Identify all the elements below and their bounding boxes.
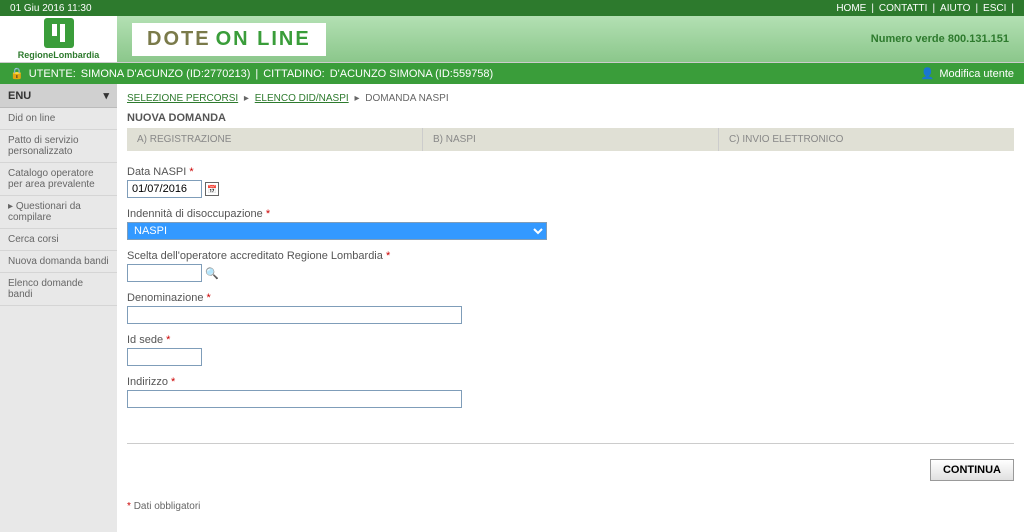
utente-label: UTENTE: [29,68,76,80]
top-links: HOME| CONTATTI| AIUTO| ESCI| [836,3,1014,14]
utente-value: SIMONA D'ACUNZO (ID:2770213) [81,68,251,80]
top-bar: 01 Giu 2016 11:30 HOME| CONTATTI| AIUTO|… [0,0,1024,16]
user-edit-icon: 👤 [921,67,935,80]
cittadino-value: D'ACUNZO SIMONA (ID:559758) [330,68,493,80]
link-contatti[interactable]: CONTATTI [879,3,928,14]
step-b[interactable]: B) NASPI [423,128,719,151]
sidebar-item-nuova-domanda[interactable]: Nuova domanda bandi [0,251,117,273]
footnote: * Dati obbligatori [127,486,1014,527]
label-idsede: Id sede * [127,334,1014,346]
content: SELEZIONE PERCORSI ▸ ELENCO DID/NASPI ▸ … [117,84,1024,532]
logo-text: RegioneLombardia [18,50,100,60]
label-indennita: Indennità di disoccupazione * [127,208,1014,220]
breadcrumb-sep: ▸ [244,93,249,104]
breadcrumb-link-2[interactable]: ELENCO DID/NASPI [255,93,349,104]
link-home[interactable]: HOME [836,3,866,14]
breadcrumb-current: DOMANDA NASPI [365,93,448,104]
input-indirizzo[interactable] [127,390,462,408]
breadcrumb-link-1[interactable]: SELEZIONE PERCORSI [127,93,238,104]
datetime: 01 Giu 2016 11:30 [10,3,92,14]
sidebar-item-patto[interactable]: Patto di servizio personalizzato [0,130,117,163]
layout: ENU ▾ Did on line Patto di servizio pers… [0,84,1024,532]
breadcrumb: SELEZIONE PERCORSI ▸ ELENCO DID/NASPI ▸ … [127,89,1014,108]
label-indirizzo: Indirizzo * [127,376,1014,388]
row-idsede: Id sede * [127,334,1014,366]
row-indennita: Indennità di disoccupazione * NASPI [127,208,1014,240]
continua-button[interactable]: CONTINUA [930,459,1014,481]
sidebar-item-questionari[interactable]: Questionari da compilare [0,196,117,229]
row-operatore: Scelta dell'operatore accreditato Region… [127,250,1014,282]
sidebar-item-cerca[interactable]: Cerca corsi [0,229,117,251]
logo-icon [44,18,74,48]
input-operatore[interactable] [127,264,202,282]
sidebar: ENU ▾ Did on line Patto di servizio pers… [0,84,117,532]
sidebar-item-did[interactable]: Did on line [0,108,117,130]
breadcrumb-sep: ▸ [354,93,359,104]
label-denominazione: Denominazione * [127,292,1014,304]
input-data-naspi[interactable] [127,180,202,198]
link-esci[interactable]: ESCI [983,3,1006,14]
step-a[interactable]: A) REGISTRAZIONE [127,128,423,151]
form-area: Data NASPI * 📅 Indennità di disoccupazio… [127,151,1014,433]
link-aiuto[interactable]: AIUTO [940,3,970,14]
input-denominazione[interactable] [127,306,462,324]
row-data-naspi: Data NASPI * 📅 [127,166,1014,198]
divider [127,443,1014,444]
cittadino-label: CITTADINO: [263,68,325,80]
user-info: 🔒 UTENTE: SIMONA D'ACUNZO (ID:2770213) |… [10,67,493,80]
button-row: CONTINUA [127,454,1014,486]
title-dote: DOTE [147,28,211,51]
label-data-naspi: Data NASPI * [127,166,1014,178]
sidebar-item-elenco-domande[interactable]: Elenco domande bandi [0,273,117,306]
step-c[interactable]: C) INVIO ELETTRONICO [719,128,1014,151]
select-indennita[interactable]: NASPI [127,222,547,240]
chevron-down-icon: ▾ [103,89,109,102]
header: RegioneLombardia DOTE ON LINE Numero ver… [0,16,1024,63]
search-icon[interactable]: 🔍 [205,266,219,280]
header-main: DOTE ON LINE Numero verde 800.131.151 [117,16,1024,62]
title-online: ON LINE [216,28,311,51]
logo-area: RegioneLombardia [0,16,117,62]
numero-verde: Numero verde 800.131.151 [871,33,1009,45]
calendar-icon[interactable]: 📅 [205,182,219,196]
steps: A) REGISTRAZIONE B) NASPI C) INVIO ELETT… [127,128,1014,151]
label-operatore: Scelta dell'operatore accreditato Region… [127,250,1014,262]
row-indirizzo: Indirizzo * [127,376,1014,408]
row-denominazione: Denominazione * [127,292,1014,324]
page-title: NUOVA DOMANDA [127,108,1014,128]
sidebar-header[interactable]: ENU ▾ [0,84,117,108]
modifica-utente-link[interactable]: 👤 Modifica utente [921,67,1014,80]
user-bar: 🔒 UTENTE: SIMONA D'ACUNZO (ID:2770213) |… [0,63,1024,84]
title-box: DOTE ON LINE [132,23,326,56]
sidebar-item-catalogo[interactable]: Catalogo operatore per area prevalente [0,163,117,196]
lock-icon: 🔒 [10,67,24,80]
input-idsede[interactable] [127,348,202,366]
